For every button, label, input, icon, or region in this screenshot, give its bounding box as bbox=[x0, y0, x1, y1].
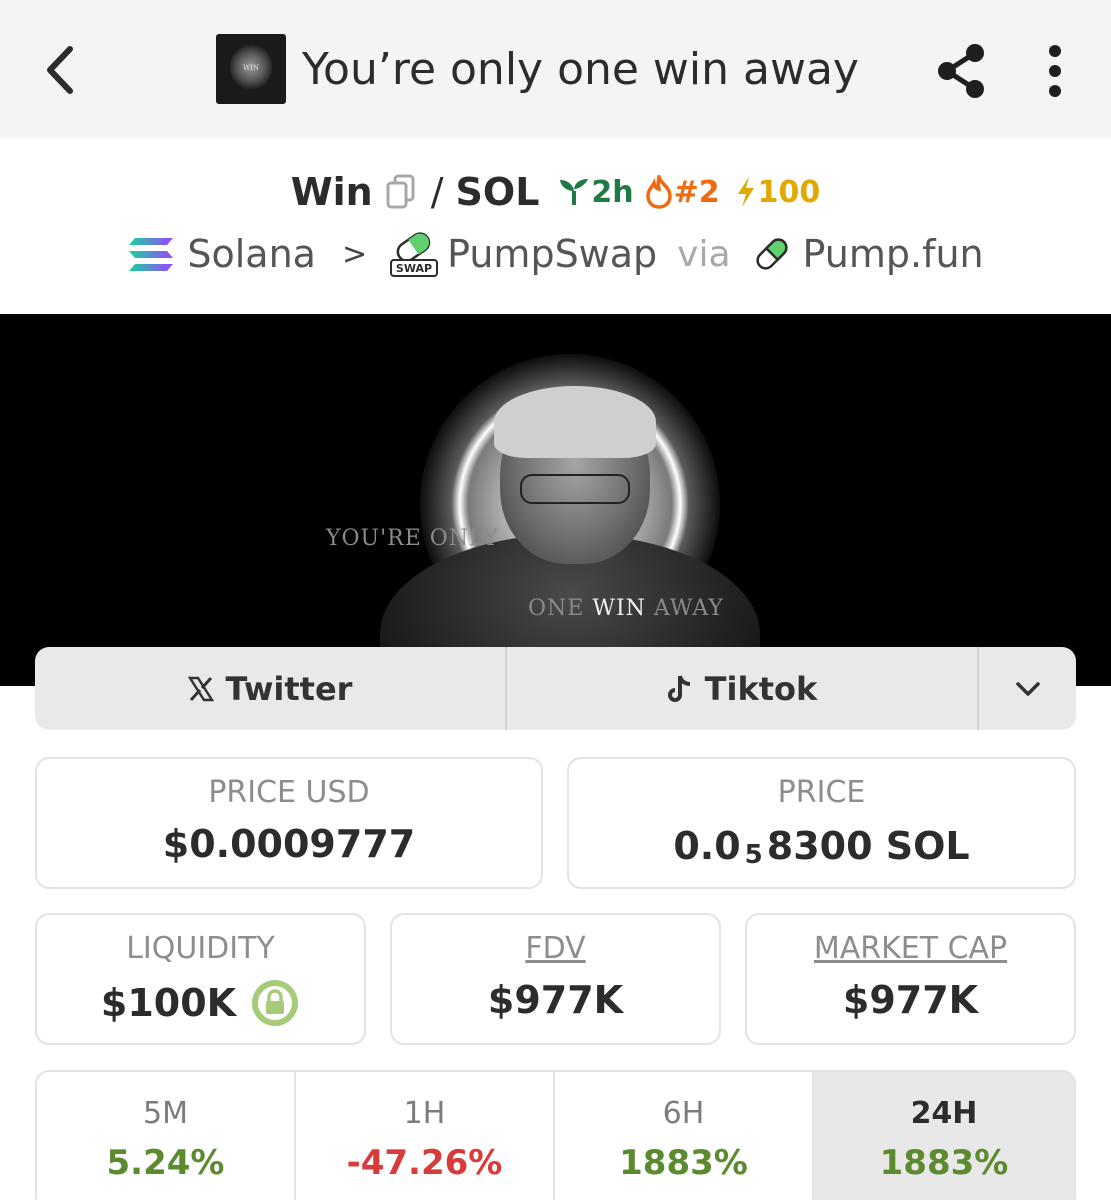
price-usd-card: PRICE USD $0.0009777 bbox=[35, 757, 543, 889]
dex-name[interactable]: PumpSwap bbox=[447, 232, 657, 276]
liquidity-label: LIQUIDITY bbox=[126, 931, 275, 966]
chevron-left-icon bbox=[47, 46, 73, 94]
pill-icon bbox=[755, 238, 788, 270]
base-token-symbol: Win bbox=[290, 170, 373, 214]
change-5m-value: 5.24% bbox=[106, 1143, 225, 1183]
fdv-label[interactable]: FDV bbox=[392, 931, 719, 966]
solana-icon bbox=[129, 238, 174, 271]
boost-badge: 100 bbox=[734, 174, 821, 210]
price-change-tabs: 5M 5.24% 1H -47.26% 6H 1883% 24H 1883% bbox=[35, 1070, 1076, 1200]
share-icon bbox=[938, 44, 984, 98]
title-group: WIN You’re only one win away bbox=[216, 34, 859, 104]
tiktok-link[interactable]: Tiktok bbox=[507, 647, 979, 730]
market-cap-value: $977K bbox=[842, 978, 979, 1022]
x-logo-icon bbox=[187, 676, 214, 702]
liquidity-lock-icon[interactable] bbox=[250, 978, 300, 1028]
pair-age-badge: 2h bbox=[557, 174, 634, 210]
banner-caption-line2: ONE WIN AWAY bbox=[528, 596, 724, 621]
chevron-down-icon bbox=[1015, 681, 1040, 696]
fdv-card: FDV $977K bbox=[390, 913, 721, 1045]
copy-icon[interactable] bbox=[385, 174, 417, 210]
tiktok-icon bbox=[667, 674, 693, 704]
flame-icon bbox=[645, 175, 672, 209]
tab-1h[interactable]: 1H -47.26% bbox=[296, 1072, 555, 1200]
social-links-bar: Twitter Tiktok bbox=[35, 647, 1076, 730]
change-24h-value: 1883% bbox=[879, 1143, 1009, 1183]
pair-separator: / bbox=[430, 170, 444, 214]
market-cap-label[interactable]: MARKET CAP bbox=[747, 931, 1074, 966]
twitter-link[interactable]: Twitter bbox=[35, 647, 507, 730]
price-native-value: 0.0 5 8300 SOL bbox=[673, 824, 970, 870]
svg-text:SWAP: SWAP bbox=[396, 262, 432, 275]
chain-name[interactable]: Solana bbox=[187, 232, 316, 276]
page-title: You’re only one win away bbox=[302, 43, 859, 95]
price-usd-value: $0.0009777 bbox=[162, 822, 416, 866]
via-label: via bbox=[677, 233, 731, 275]
more-links-dropdown[interactable] bbox=[979, 647, 1076, 730]
change-6h-value: 1883% bbox=[619, 1143, 748, 1183]
liquidity-value: $100K bbox=[100, 981, 237, 1025]
boost-count: 100 bbox=[757, 174, 821, 210]
lightning-icon bbox=[737, 177, 754, 207]
token-avatar: WIN bbox=[216, 34, 286, 104]
market-cap-card: MARKET CAP $977K bbox=[745, 913, 1076, 1045]
more-options-button[interactable] bbox=[1030, 40, 1080, 102]
price-native-label: PRICE bbox=[777, 775, 866, 810]
tab-5m[interactable]: 5M 5.24% bbox=[37, 1072, 296, 1200]
liquidity-card: LIQUIDITY $100K bbox=[35, 913, 366, 1045]
price-native-card: PRICE 0.0 5 8300 SOL bbox=[567, 757, 1076, 889]
token-banner-image: YOU'RE ONLY ONE WIN AWAY bbox=[0, 314, 1111, 686]
fdv-value: $977K bbox=[487, 978, 624, 1022]
share-button[interactable] bbox=[928, 40, 994, 102]
change-1h-value: -47.26% bbox=[346, 1143, 503, 1183]
pair-age-text: 2h bbox=[591, 174, 634, 210]
trending-rank-text: #2 bbox=[673, 174, 720, 210]
chain-dex-row: Solana > SWAP PumpSwap via Pump.fun bbox=[0, 228, 1111, 280]
sprout-icon bbox=[560, 179, 589, 205]
quote-token-symbol: SOL bbox=[455, 170, 540, 214]
pair-header: Win / SOL 2h #2 100 bbox=[0, 166, 1111, 218]
price-usd-label: PRICE USD bbox=[208, 775, 370, 810]
launchpad-name[interactable]: Pump.fun bbox=[803, 232, 984, 276]
top-app-bar: WIN You’re only one win away bbox=[0, 0, 1111, 138]
trending-rank-badge: #2 bbox=[644, 175, 720, 210]
banner-caption-line1: YOU'RE ONLY bbox=[326, 526, 499, 551]
pumpswap-icon: SWAP bbox=[389, 230, 439, 278]
more-vertical-icon bbox=[1049, 45, 1061, 97]
back-button[interactable] bbox=[30, 38, 90, 102]
chevron-right-icon: > bbox=[341, 236, 368, 272]
tab-24h[interactable]: 24H 1883% bbox=[814, 1072, 1074, 1200]
tab-6h[interactable]: 6H 1883% bbox=[555, 1072, 814, 1200]
